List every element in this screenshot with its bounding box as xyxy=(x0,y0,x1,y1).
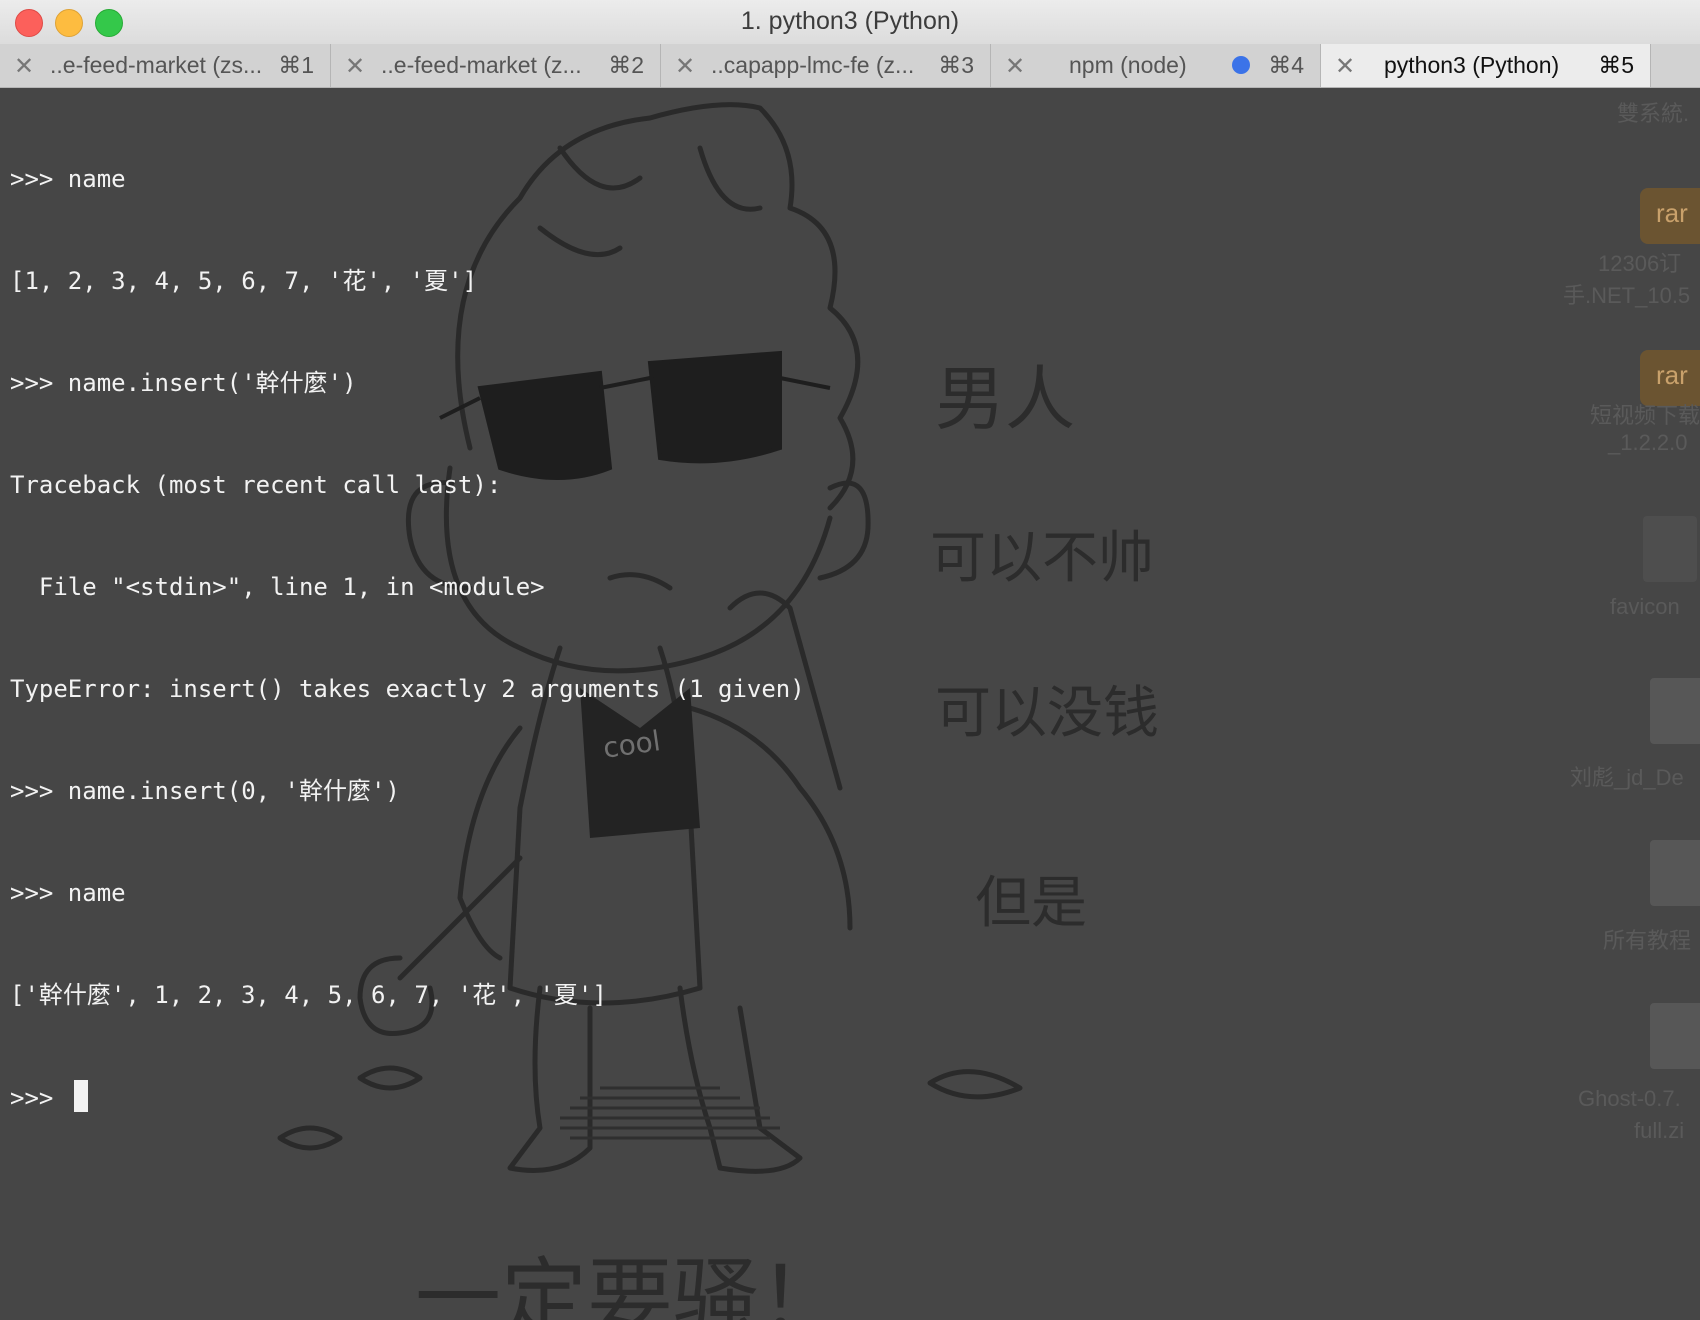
tab-label: ..e-feed-market (z... xyxy=(381,52,582,78)
tab-shortcut: ⌘3 xyxy=(938,52,974,78)
window-title: 1. python3 (Python) xyxy=(740,7,960,35)
desktop-item-label: 12306订 xyxy=(1598,251,1682,276)
close-tab-icon[interactable]: ✕ xyxy=(1005,52,1025,81)
terminal-line: TypeError: insert() takes exactly 2 argu… xyxy=(10,675,805,703)
image-file-icon xyxy=(1643,516,1697,582)
tab-shortcut: ⌘5 xyxy=(1598,52,1634,78)
terminal-line: File "<stdin>", line 1, in <module> xyxy=(10,573,545,601)
desktop-item-label: 手.NET_10.5 xyxy=(1563,283,1691,308)
terminal-line: >>> name xyxy=(10,879,126,907)
rar-file-icon-label: rar xyxy=(1656,198,1688,228)
terminal-prompt-line[interactable]: >>> xyxy=(10,1080,805,1114)
art-text-not-handsome: 可以不帅 xyxy=(930,526,1154,591)
zip-file-icon xyxy=(1650,840,1700,906)
terminal-line: ['幹什麼', 1, 2, 3, 4, 5, 6, 7, '花', '夏'] xyxy=(10,981,607,1009)
tab-2[interactable]: ✕ ..e-feed-market (z... ⌘2 xyxy=(331,44,661,87)
rar-file-icon: rar xyxy=(1640,188,1700,244)
close-tab-icon[interactable]: ✕ xyxy=(345,52,365,81)
tab-label: python3 (Python) xyxy=(1384,52,1560,78)
zip-file-icon xyxy=(1650,1003,1700,1069)
desktop-item-label: favicon xyxy=(1610,594,1680,619)
terminal-line: >>> name xyxy=(10,165,126,193)
rar-file-icon-label: rar xyxy=(1656,360,1688,390)
tab-shortcut: ⌘4 xyxy=(1268,52,1304,78)
desktop-item-label: 所有教程 xyxy=(1603,928,1692,953)
terminal-line: [1, 2, 3, 4, 5, 6, 7, '花', '夏'] xyxy=(10,267,478,295)
terminal-content[interactable]: 男人 可以不帅 可以没钱 但是 一定要骚！ cool 雙系統. rar 1230… xyxy=(0,88,1700,1320)
tab-1[interactable]: ✕ ..e-feed-market (zs... ⌘1 xyxy=(0,44,331,87)
terminal-prompt: >>> xyxy=(10,1084,68,1112)
activity-indicator-icon xyxy=(1232,56,1250,74)
title-bar[interactable]: 1. python3 (Python) xyxy=(0,0,1700,44)
art-text-must: 一定要骚！ xyxy=(415,1249,845,1320)
zip-file-icon xyxy=(1650,678,1700,744)
terminal-window: 1. python3 (Python) ✕ ..e-feed-market (z… xyxy=(0,0,1700,1320)
terminal-line: >>> name.insert('幹什麼') xyxy=(10,369,357,397)
tab-bar: ✕ ..e-feed-market (zs... ⌘1 ✕ ..e-feed-m… xyxy=(0,44,1700,88)
art-text-man: 男人 xyxy=(935,358,1075,440)
close-tab-icon[interactable]: ✕ xyxy=(1335,52,1355,81)
terminal-output: >>> name [1, 2, 3, 4, 5, 6, 7, '花', '夏']… xyxy=(10,94,805,1182)
terminal-line: >>> name.insert(0, '幹什麼') xyxy=(10,777,400,805)
desktop-item-label: 雙系統. xyxy=(1617,101,1690,126)
art-text-no-money: 可以没钱 xyxy=(935,681,1159,746)
art-text-but: 但是 xyxy=(975,871,1087,936)
close-tab-icon[interactable]: ✕ xyxy=(14,52,34,81)
desktop-item-label: 刘彪_jd_De xyxy=(1570,765,1684,790)
text-cursor xyxy=(73,1080,88,1112)
desktop-item-label: 短视频下载 xyxy=(1590,403,1700,428)
desktop-item-label: full.zi xyxy=(1634,1118,1685,1143)
tab-5[interactable]: ✕ python3 (Python) ⌘5 xyxy=(1321,44,1651,87)
desktop-item-label: Ghost-0.7. xyxy=(1578,1086,1681,1111)
tab-label: ..capapp-lmc-fe (z... xyxy=(711,52,915,78)
close-tab-icon[interactable]: ✕ xyxy=(675,52,695,81)
desktop-item-label: _1.2.2.0 xyxy=(1608,430,1688,455)
tab-3[interactable]: ✕ ..capapp-lmc-fe (z... ⌘3 xyxy=(661,44,991,87)
tab-label: ..e-feed-market (zs... xyxy=(50,52,263,78)
terminal-line: Traceback (most recent call last): xyxy=(10,471,502,499)
tab-shortcut: ⌘1 xyxy=(278,52,314,78)
tab-label: npm (node) xyxy=(1069,52,1187,78)
tab-4[interactable]: ✕ npm (node) ⌘4 xyxy=(991,44,1321,87)
tab-shortcut: ⌘2 xyxy=(608,52,644,78)
